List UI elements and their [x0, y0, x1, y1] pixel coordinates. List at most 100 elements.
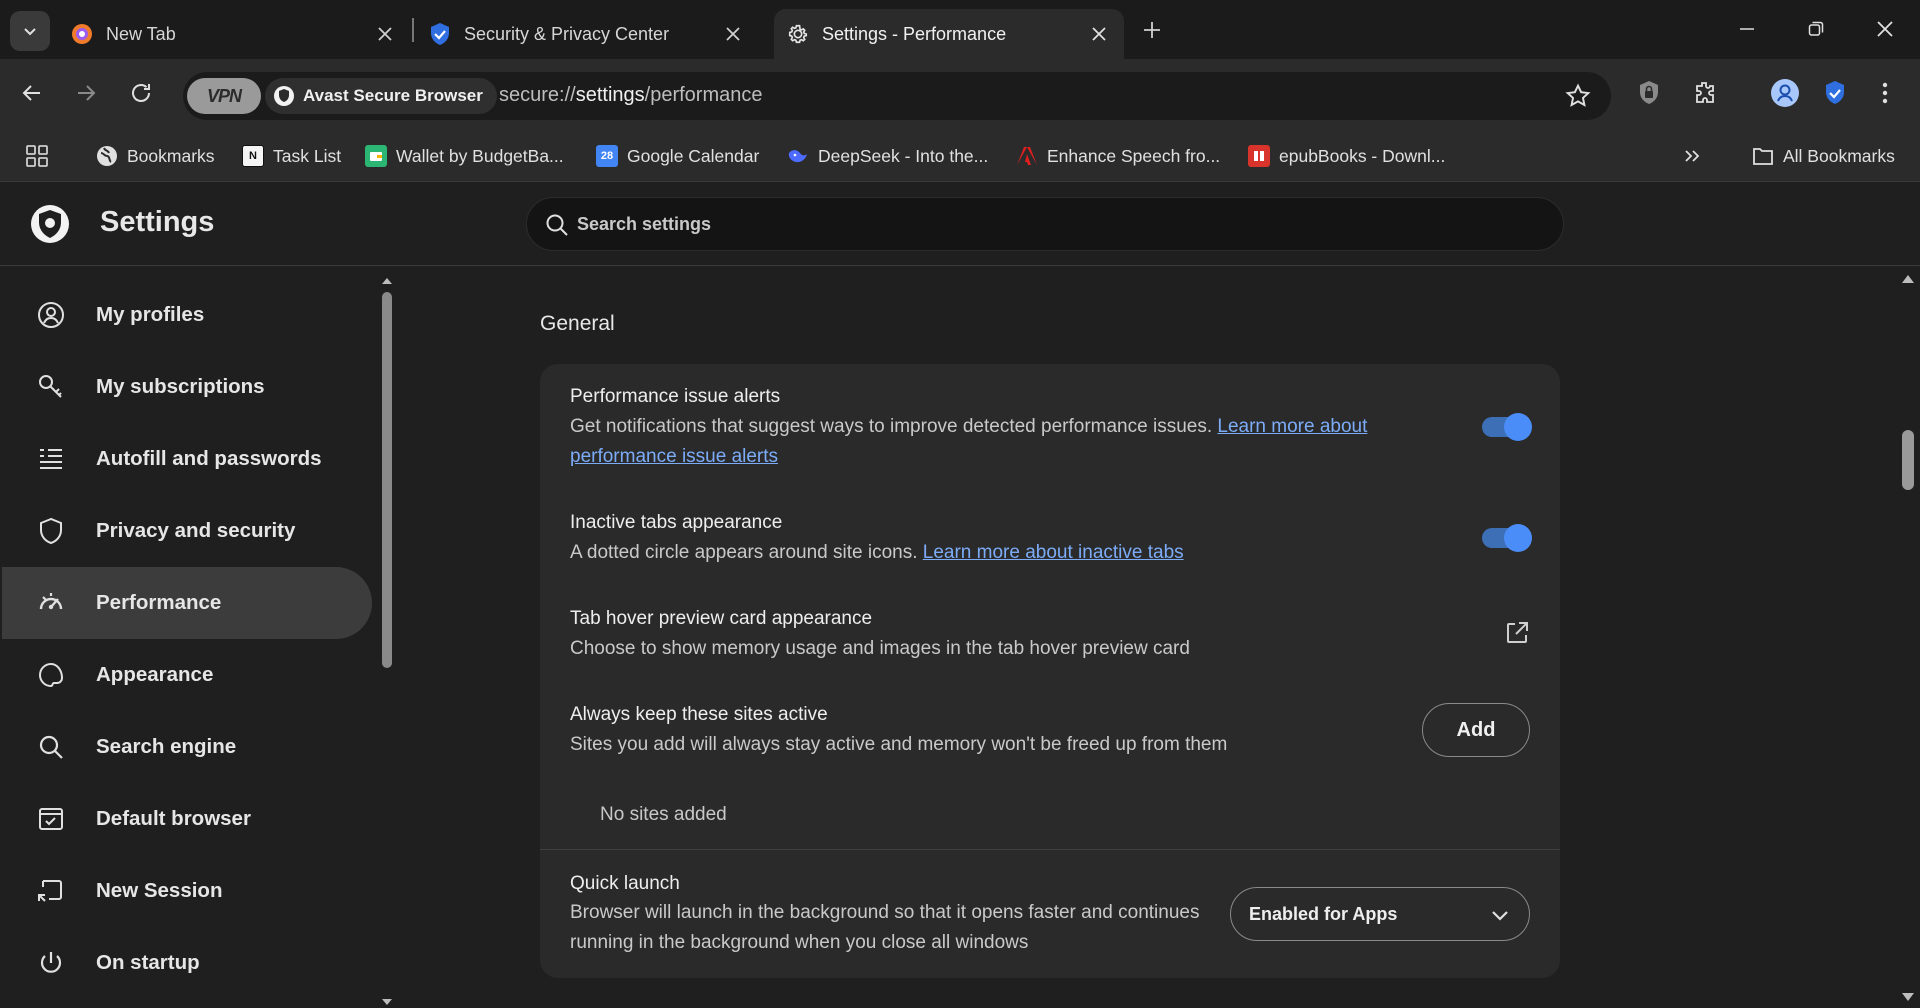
- puzzle-icon: [1696, 82, 1714, 103]
- restore-button[interactable]: [1801, 14, 1831, 44]
- deepseek-icon: [787, 145, 809, 167]
- tab-settings-performance[interactable]: Settings - Performance: [774, 9, 1124, 59]
- hover-card-description: Choose to show memory usage and images i…: [570, 638, 1190, 659]
- settings-search[interactable]: [526, 197, 1564, 251]
- inactive-tabs-description: A dotted circle appears around site icon…: [570, 538, 1430, 568]
- profile-icon: [36, 300, 66, 330]
- reload-icon: [132, 84, 150, 102]
- sidebar-item-label: Appearance: [96, 663, 214, 686]
- bookmark-label: Enhance Speech fro...: [1047, 145, 1221, 166]
- perf-alerts-toggle[interactable]: [1482, 413, 1532, 441]
- menu-button[interactable]: [1868, 76, 1902, 110]
- security-status-button[interactable]: [1818, 76, 1852, 110]
- page-title: Settings: [100, 206, 215, 238]
- bookmark-label: Google Calendar: [627, 145, 760, 166]
- bookmark-item[interactable]: Wallet by BudgetBa...: [365, 142, 564, 170]
- bookmark-label: Wallet by BudgetBa...: [396, 145, 564, 166]
- quick-launch-description: Browser will launch in the background so…: [570, 898, 1230, 958]
- notion-icon: N: [242, 145, 264, 167]
- url-text[interactable]: secure://settings/performance: [499, 84, 762, 107]
- extensions-button[interactable]: [1688, 76, 1722, 110]
- epubbooks-icon: [1248, 145, 1270, 167]
- address-bar[interactable]: VPN Avast Secure Browser secure://settin…: [183, 72, 1611, 120]
- search-input[interactable]: [577, 198, 1537, 250]
- close-tab-icon[interactable]: [1088, 23, 1110, 45]
- gear-icon: [786, 22, 810, 46]
- open-external-icon[interactable]: [1504, 620, 1530, 646]
- minimize-button[interactable]: [1732, 14, 1762, 44]
- bookmark-item[interactable]: DeepSeek - Into the...: [787, 142, 988, 170]
- inactive-tabs-desc-text: A dotted circle appears around site icon…: [570, 542, 918, 563]
- reload-button[interactable]: [123, 75, 159, 111]
- shield-lock-icon: [1640, 81, 1658, 104]
- calendar-icon: 28: [596, 145, 618, 167]
- all-bookmarks-button[interactable]: All Bookmarks: [1752, 142, 1895, 170]
- perf-alerts-desc-text: Get notifications that suggest ways to i…: [570, 416, 1213, 437]
- keep-active-description: Sites you add will always stay active an…: [570, 734, 1228, 755]
- close-tab-icon[interactable]: [374, 23, 396, 45]
- forward-button[interactable]: [68, 75, 104, 111]
- search-icon: [36, 732, 66, 762]
- scroll-up-arrow-icon[interactable]: [1900, 272, 1916, 286]
- sidebar-item-label: Performance: [96, 591, 222, 614]
- bookmark-item[interactable]: epubBooks - Downl...: [1248, 142, 1445, 170]
- sidebar-item-on-startup[interactable]: On startup: [2, 927, 372, 999]
- tab-strip: New Tab Security & Privacy Center Settin…: [0, 0, 1920, 59]
- new-tab-button[interactable]: [1138, 16, 1166, 44]
- tab-separator: [412, 18, 414, 42]
- inactive-tabs-learn-more-link[interactable]: Learn more about inactive tabs: [923, 542, 1184, 563]
- apps-button[interactable]: [26, 142, 48, 170]
- settings-header: Settings: [0, 182, 1920, 266]
- keep-active-title: Always keep these sites active: [570, 704, 828, 725]
- bookmark-label: DeepSeek - Into the...: [818, 145, 989, 166]
- sidebar-item-privacy[interactable]: Privacy and security: [2, 495, 372, 567]
- avast-shield-icon: [274, 86, 294, 106]
- add-site-button[interactable]: Add: [1422, 703, 1530, 757]
- sidebar-item-my-profiles[interactable]: My profiles: [2, 279, 372, 351]
- dropdown-value: Enabled for Apps: [1249, 903, 1398, 924]
- close-tab-icon[interactable]: [722, 23, 744, 45]
- tab-title: Settings - Performance: [822, 23, 1007, 44]
- main-scroll-thumb[interactable]: [1902, 430, 1914, 490]
- power-icon: [36, 948, 66, 978]
- sidebar-item-new-session[interactable]: New Session: [2, 855, 372, 927]
- vpn-button[interactable]: VPN: [187, 78, 261, 114]
- url-scheme: secure://: [499, 84, 576, 106]
- hover-card-title: Tab hover preview card appearance: [570, 608, 873, 629]
- back-button[interactable]: [14, 75, 50, 111]
- sidebar-item-appearance[interactable]: Appearance: [2, 639, 372, 711]
- brand-security-button[interactable]: Avast Secure Browser: [265, 78, 497, 114]
- url-host: settings: [575, 84, 645, 106]
- close-window-button[interactable]: [1870, 14, 1900, 44]
- tab-security-privacy[interactable]: Security & Privacy Center: [428, 9, 758, 59]
- sidebar-item-my-subscriptions[interactable]: My subscriptions: [2, 351, 372, 423]
- tab-title: Security & Privacy Center: [464, 23, 670, 44]
- sidebar-scroll-thumb[interactable]: [382, 292, 392, 668]
- bookmark-item[interactable]: 28 Google Calendar: [596, 142, 759, 170]
- perf-alerts-description: Get notifications that suggest ways to i…: [570, 412, 1430, 472]
- inactive-tabs-toggle[interactable]: [1482, 524, 1532, 552]
- plus-icon: [1144, 22, 1160, 38]
- perf-alerts-title: Performance issue alerts: [570, 386, 781, 407]
- tab-new-tab[interactable]: New Tab: [70, 9, 410, 59]
- quick-launch-dropdown[interactable]: Enabled for Apps: [1230, 887, 1530, 941]
- divider: [540, 849, 1560, 850]
- section-title: General: [540, 312, 615, 335]
- more-bookmarks-button[interactable]: [1683, 142, 1701, 170]
- tab-search-button[interactable]: [10, 11, 50, 51]
- sidebar-item-autofill[interactable]: Autofill and passwords: [2, 423, 372, 495]
- sidebar-item-performance[interactable]: Performance: [2, 567, 372, 639]
- privacy-guard-button[interactable]: [1632, 76, 1666, 110]
- scroll-down-arrow-icon[interactable]: [1900, 990, 1916, 1004]
- sidebar-item-default-browser[interactable]: Default browser: [2, 783, 372, 855]
- toolbar: VPN Avast Secure Browser secure://settin…: [0, 59, 1920, 130]
- no-sites-text: No sites added: [600, 804, 727, 825]
- bookmark-item[interactable]: N Task List: [242, 142, 341, 170]
- sidebar-item-search-engine[interactable]: Search engine: [2, 711, 372, 783]
- quick-launch-desc-line: running in the background when you close…: [570, 932, 1029, 953]
- bookmark-item[interactable]: Bookmarks: [96, 142, 215, 170]
- bookmark-item[interactable]: Enhance Speech fro...: [1016, 142, 1220, 170]
- star-icon[interactable]: [1565, 83, 1591, 109]
- profile-button[interactable]: [1768, 76, 1802, 110]
- browser-window-icon: [36, 804, 66, 834]
